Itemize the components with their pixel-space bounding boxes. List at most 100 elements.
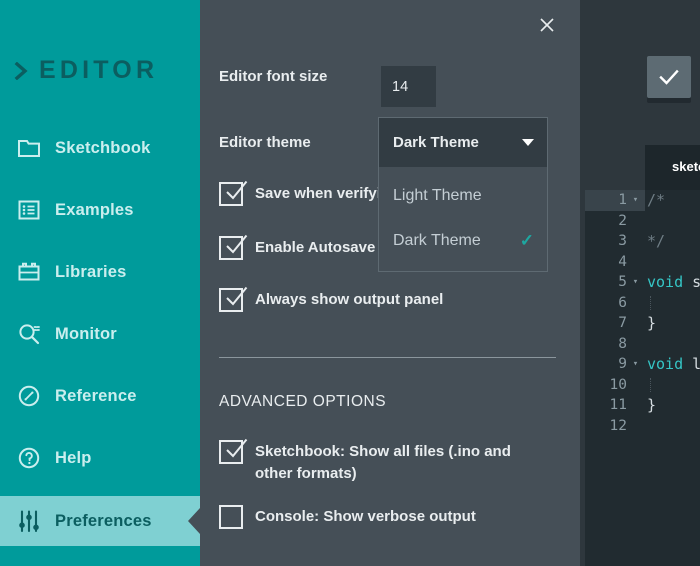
checkbox-box[interactable]	[219, 180, 248, 206]
brand-title: EDITOR	[39, 56, 159, 84]
fold-triangle-icon[interactable]: ▾	[630, 359, 641, 369]
brand-logo: EDITOR	[14, 58, 158, 83]
line-number-text: 10	[609, 376, 627, 393]
code-line-10[interactable]	[647, 375, 700, 396]
line-number-text: 7	[618, 315, 627, 332]
checkbox-box[interactable]	[219, 286, 248, 312]
sidebar-item-label: Preferences	[55, 511, 152, 530]
line-number-3[interactable]: 3	[585, 231, 645, 252]
sidebar: EDITOR Sketchbook Examples Libraries Monito…	[0, 0, 200, 566]
list-icon	[16, 197, 42, 223]
sidebar-item-label: Libraries	[55, 262, 127, 281]
editor-theme-selected-value: Dark Theme	[393, 134, 479, 151]
line-number-text: 12	[609, 417, 627, 434]
editor-font-size-row: Editor font size	[219, 68, 327, 85]
line-number-text: 4	[618, 253, 627, 270]
code-line-12[interactable]	[647, 416, 700, 437]
theme-option-check-icon: ✓	[519, 230, 534, 250]
code-line-6[interactable]	[647, 293, 700, 314]
sidebar-item-label: Reference	[55, 386, 137, 405]
chevron-right-icon	[14, 61, 28, 80]
advanced-options-title: ADVANCED OPTIONS	[219, 393, 387, 410]
checkbox-label: Enable Autosave	[255, 239, 376, 256]
line-number-2[interactable]: 2	[585, 211, 645, 232]
sidebar-item-label: Sketchbook	[55, 138, 151, 157]
sketch-tab-bar[interactable]: sketch	[645, 145, 700, 190]
code-line-8[interactable]	[647, 334, 700, 355]
line-number-10[interactable]: 10	[585, 375, 645, 396]
sidebar-item-preferences[interactable]: Preferences	[0, 496, 200, 546]
preference-checkbox-2[interactable]: Always show output panel	[219, 286, 549, 312]
checkmark-glyph	[226, 438, 248, 458]
sidebar-item-reference[interactable]: Reference	[0, 372, 200, 420]
line-number-text: 3	[618, 233, 627, 250]
theme-option-dark-theme[interactable]: Dark Theme ✓	[379, 218, 547, 263]
sidebar-item-libraries[interactable]: Libraries	[0, 248, 200, 296]
line-number-4[interactable]: 4	[585, 252, 645, 273]
checkbox-label: Sketchbook: Show all files (.ino and oth…	[255, 443, 511, 482]
sidebar-item-sketchbook[interactable]: Sketchbook	[0, 124, 200, 172]
arduino-web-editor-window: sketch 1▾2345▾6789▾101112 /* */ void s} …	[0, 0, 700, 566]
monitor-search-icon	[16, 321, 42, 347]
editor-theme-select[interactable]: Dark Theme Light Theme Dark Theme ✓	[378, 117, 548, 272]
checkmark-glyph	[226, 286, 248, 306]
sidebar-nav: Sketchbook Examples Libraries Monitor Refere…	[0, 124, 200, 546]
code-line-4[interactable]	[647, 252, 700, 273]
line-number-text: 9	[618, 356, 627, 373]
code-content[interactable]: /* */ void s} void l}	[647, 190, 700, 566]
editor-theme-option-list[interactable]: Light Theme Dark Theme ✓	[379, 167, 547, 271]
code-editor[interactable]: 1 ▾ 2 3 4 5 ▾ 6 7 8 9 ▾ 10 11 12 /* */ void s} void l}	[585, 190, 700, 566]
line-number-1[interactable]: 1 ▾	[585, 190, 645, 211]
sidebar-item-help[interactable]: Help	[0, 434, 200, 482]
theme-option-label: Dark Theme	[393, 231, 481, 249]
question-circle-icon	[16, 445, 42, 471]
checkbox-box[interactable]	[219, 505, 243, 529]
line-number-5[interactable]: 5 ▾	[585, 272, 645, 293]
theme-option-label: Light Theme	[393, 186, 482, 204]
checkbox-box[interactable]	[219, 438, 248, 464]
code-line-9[interactable]: void l	[647, 354, 700, 375]
code-line-2[interactable]	[647, 211, 700, 232]
code-line-1[interactable]: /*	[647, 190, 700, 211]
code-line-7[interactable]: }	[647, 313, 700, 334]
line-number-text: 1	[618, 192, 627, 209]
sidebar-item-examples[interactable]: Examples	[0, 186, 200, 234]
sidebar-item-label: Monitor	[55, 324, 117, 343]
library-icon	[16, 259, 42, 285]
code-line-3[interactable]: */	[647, 231, 700, 252]
checkmark-glyph	[226, 180, 248, 200]
editor-theme-select-head[interactable]: Dark Theme	[379, 118, 547, 167]
line-number-7[interactable]: 7	[585, 313, 645, 334]
sidebar-item-label: Help	[55, 448, 92, 467]
advanced-checkbox-1[interactable]: Console: Show verbose output	[219, 505, 549, 529]
checkbox-box[interactable]	[219, 234, 248, 260]
line-number-9[interactable]: 9 ▾	[585, 354, 645, 375]
compass-icon	[16, 383, 42, 409]
editor-theme-label: Editor theme	[219, 134, 311, 151]
line-number-text: 6	[618, 294, 627, 311]
sidebar-item-label: Examples	[55, 200, 134, 219]
verify-button[interactable]	[647, 56, 691, 98]
theme-option-light-theme[interactable]: Light Theme	[379, 173, 547, 218]
line-number-6[interactable]: 6	[585, 293, 645, 314]
line-number-12[interactable]: 12	[585, 416, 645, 437]
sidebar-item-monitor[interactable]: Monitor	[0, 310, 200, 358]
fold-triangle-icon[interactable]: ▾	[630, 195, 641, 205]
sketch-tab-label: sketch	[672, 159, 700, 174]
code-line-5[interactable]: void s	[647, 272, 700, 293]
checkmark-icon	[659, 69, 679, 85]
checkbox-label: Console: Show verbose output	[255, 508, 476, 525]
line-number-text: 2	[618, 212, 627, 229]
chevron-down-icon	[522, 139, 534, 146]
fold-triangle-icon[interactable]: ▾	[630, 277, 641, 287]
line-number-gutter[interactable]: 1 ▾ 2 3 4 5 ▾ 6 7 8 9 ▾ 10 11 12	[585, 190, 645, 566]
code-line-11[interactable]: }	[647, 395, 700, 416]
checkmark-glyph	[226, 234, 248, 254]
line-number-8[interactable]: 8	[585, 334, 645, 355]
preferences-panel: Editor font size Editor theme Save when …	[200, 0, 580, 566]
folder-icon	[16, 135, 42, 161]
advanced-checkbox-0[interactable]: Sketchbook: Show all files (.ino and oth…	[219, 438, 549, 485]
line-number-11[interactable]: 11	[585, 395, 645, 416]
line-number-text: 8	[618, 335, 627, 352]
editor-font-size-input[interactable]	[381, 66, 436, 107]
